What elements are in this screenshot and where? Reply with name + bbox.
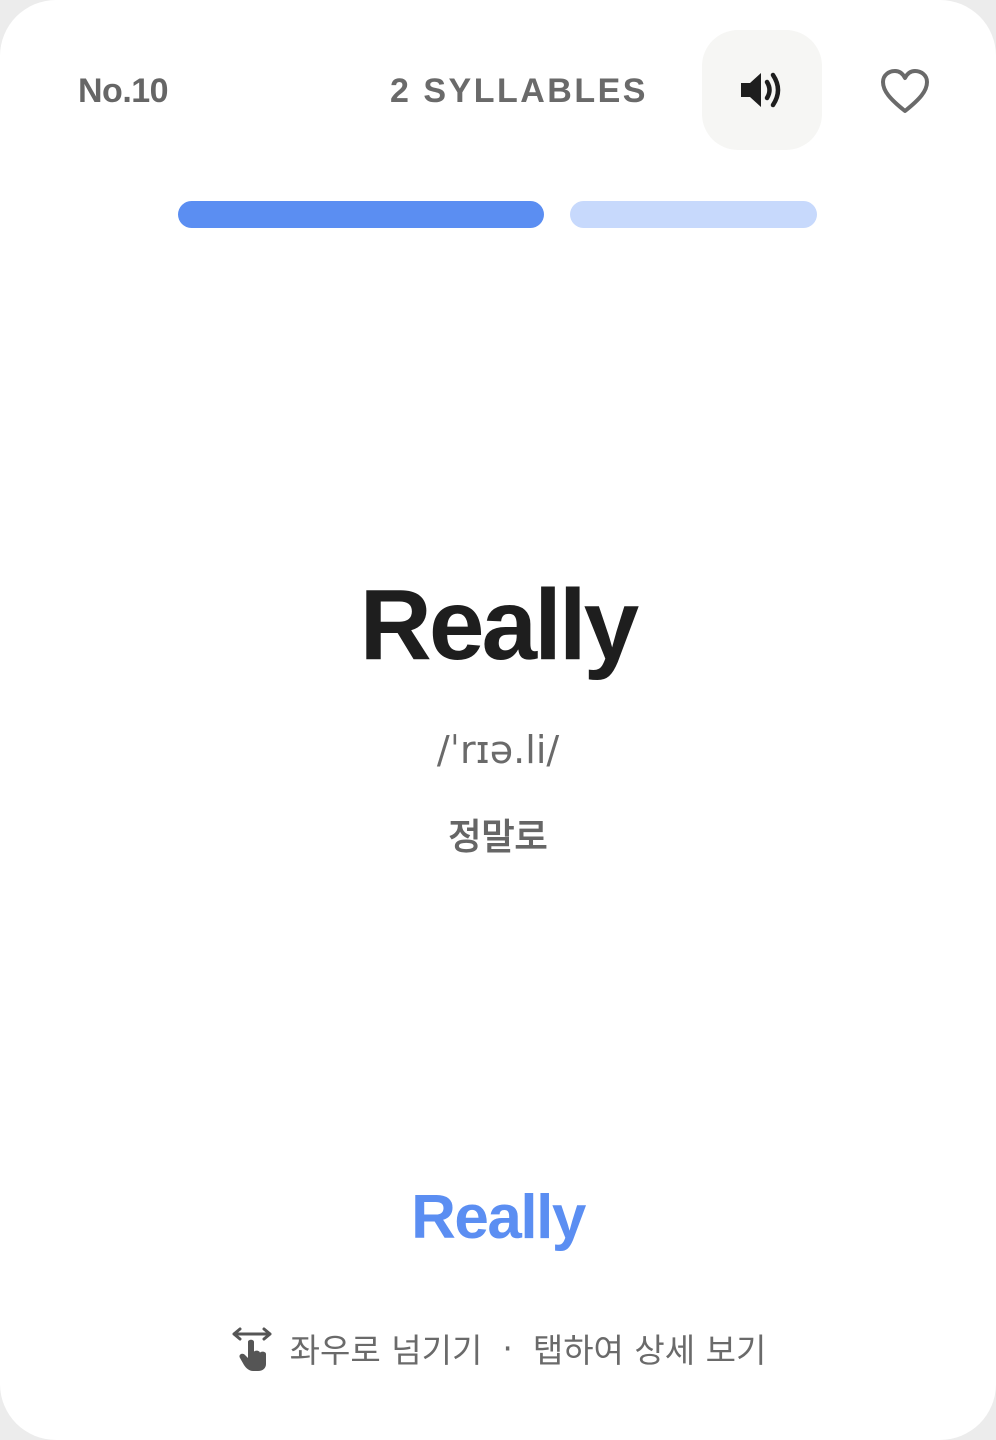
phonetic-transcription: /ˈrɪə.li/: [436, 728, 560, 772]
tap-hint-text: 탭하여 상세 보기: [532, 1331, 767, 1370]
play-sound-button[interactable]: [702, 30, 822, 150]
card-number: No.10: [78, 72, 169, 110]
progress-indicator: [178, 201, 818, 228]
syllable-count: 2 SYLLABLES: [390, 72, 648, 110]
answer-word: Really: [411, 1183, 586, 1252]
progress-segment-inactive: [570, 201, 817, 228]
flashcard[interactable]: No.10 2 SYLLABLES Really /ˈrɪə.li/ 정말로 R…: [0, 0, 996, 1440]
heart-outline-icon: [881, 69, 929, 113]
hint-separator: ·: [502, 1328, 513, 1368]
word-meaning: 정말로: [448, 817, 548, 858]
speaker-volume-icon: [741, 72, 781, 108]
swipe-hint-text: 좌우로 넘기기: [289, 1331, 483, 1370]
card-header: No.10 2 SYLLABLES: [0, 0, 996, 180]
gesture-hint: 좌우로 넘기기 · 탭하여 상세 보기: [0, 1320, 996, 1376]
swipe-tap-icon: [230, 1324, 274, 1372]
favorite-button[interactable]: [872, 60, 938, 122]
vocab-word: Really: [359, 569, 640, 681]
progress-segment-active: [178, 201, 544, 228]
